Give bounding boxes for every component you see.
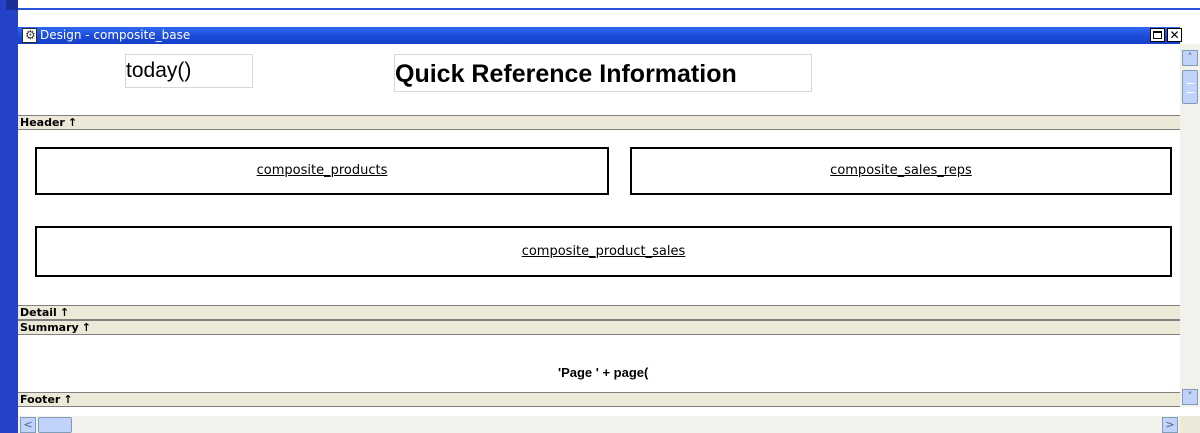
scroll-left-button[interactable]: <	[20, 417, 36, 433]
window-left-border	[0, 0, 18, 433]
composite-sales-reps-box[interactable]: composite_sales_reps	[630, 147, 1172, 195]
window-title: Design - composite_base	[40, 28, 191, 42]
band-resize-arrow-icon: ↑	[81, 321, 91, 334]
close-button[interactable]: ✕	[1167, 28, 1182, 42]
today-expression: today()	[126, 59, 192, 82]
band-footer[interactable]: Footer ↑	[18, 392, 1180, 407]
band-header[interactable]: Header ↑	[18, 115, 1180, 130]
grip-icon	[1187, 83, 1194, 93]
band-summary-label: Summary	[20, 321, 79, 334]
title-bar-edge	[1182, 28, 1200, 44]
scroll-up-button[interactable]: ˄	[1182, 50, 1198, 66]
band-footer-label: Footer	[20, 393, 61, 406]
chevron-up-icon: ˄	[1187, 51, 1193, 64]
band-summary[interactable]: Summary ↑	[18, 320, 1180, 335]
composite-product-sales-label: composite_product_sales	[521, 244, 686, 259]
composite-products-box[interactable]: composite_products	[35, 147, 609, 195]
today-computed-field[interactable]: today()	[125, 54, 253, 88]
band-resize-arrow-icon: ↑	[63, 393, 73, 406]
chevron-right-icon: >	[1165, 418, 1175, 431]
window-top-border	[18, 8, 1200, 10]
vertical-scroll-thumb[interactable]	[1182, 70, 1198, 104]
datawindow-gear-icon[interactable]: ⚙	[22, 28, 37, 43]
close-icon: ✕	[1169, 28, 1180, 42]
restore-button[interactable]	[1150, 28, 1165, 42]
horizontal-scroll-thumb[interactable]	[38, 417, 72, 433]
page-number-computed-field[interactable]: 'Page ' + page(	[558, 363, 698, 383]
report-title: Quick Reference Information	[395, 60, 737, 88]
chevron-down-icon: ˅	[1187, 390, 1193, 403]
band-header-label: Header	[20, 116, 65, 129]
band-resize-arrow-icon: ↑	[67, 116, 78, 129]
band-detail[interactable]: Detail ↑	[18, 305, 1180, 320]
scrollbar-corner	[1180, 416, 1200, 433]
title-bar[interactable]	[18, 27, 1180, 44]
scroll-right-button[interactable]: >	[1162, 417, 1178, 433]
report-title-text[interactable]: Quick Reference Information	[394, 54, 812, 92]
composite-sales-reps-label: composite_sales_reps	[830, 163, 972, 178]
window-top-notch	[6, 0, 18, 10]
restore-icon	[1153, 31, 1162, 39]
band-resize-arrow-icon: ↑	[59, 306, 70, 319]
band-detail-label: Detail	[20, 306, 57, 319]
composite-products-label: composite_products	[256, 163, 388, 178]
chevron-left-icon: <	[23, 418, 33, 431]
scroll-down-button[interactable]: ˅	[1182, 389, 1198, 405]
composite-product-sales-box[interactable]: composite_product_sales	[35, 226, 1172, 277]
horizontal-scrollbar[interactable]	[18, 416, 1180, 433]
